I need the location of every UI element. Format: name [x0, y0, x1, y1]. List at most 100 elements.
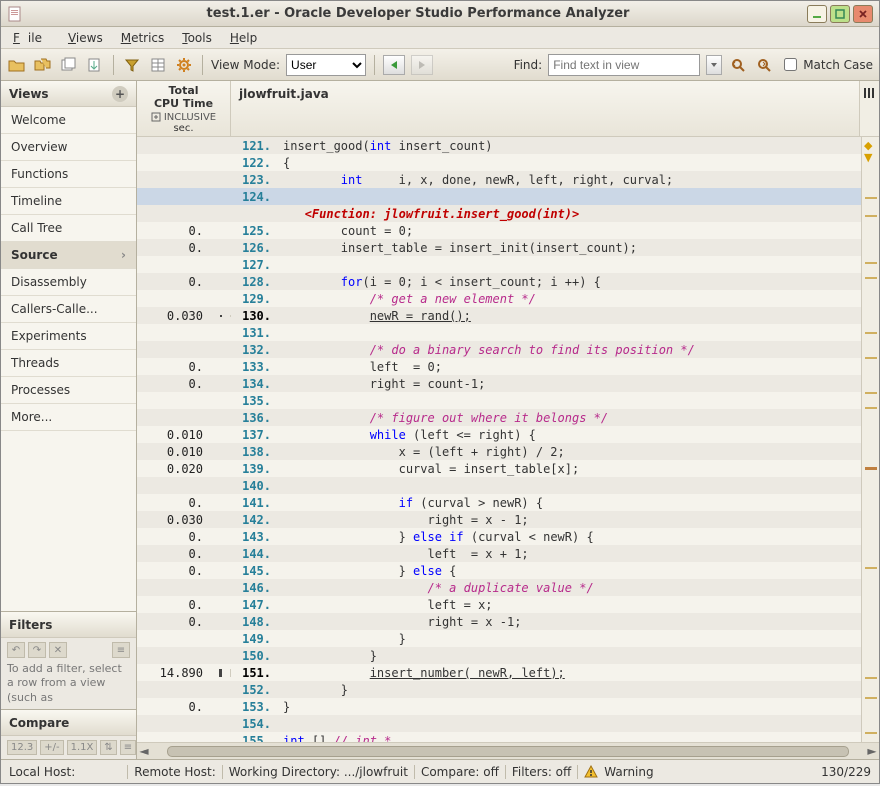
find-dropdown-icon[interactable]	[706, 55, 722, 75]
source-code-view[interactable]: 121.insert_good(int insert_count)122.{12…	[137, 137, 861, 742]
minimize-button[interactable]	[807, 5, 827, 23]
source-row[interactable]: 121.insert_good(int insert_count)	[137, 137, 861, 154]
export-icon[interactable]	[85, 55, 105, 75]
compare-delta-button[interactable]: +/-	[40, 740, 63, 755]
filter-redo-icon[interactable]: ↷	[28, 642, 46, 658]
match-case-checkbox[interactable]	[784, 58, 797, 71]
compare-ratio-button[interactable]: 1.1X	[67, 740, 98, 755]
compare-icon[interactable]	[33, 55, 53, 75]
table-icon[interactable]	[148, 55, 168, 75]
maximize-button[interactable]	[830, 5, 850, 23]
source-row[interactable]: 135.	[137, 392, 861, 409]
view-mode-select[interactable]: User	[286, 54, 366, 76]
source-row[interactable]: 140.	[137, 477, 861, 494]
source-row[interactable]: 0.020139. curval = insert_table[x];	[137, 460, 861, 477]
line-number: 141.	[231, 496, 279, 510]
source-row[interactable]: 131.	[137, 324, 861, 341]
toolbar-separator	[113, 55, 114, 75]
nav-back-button[interactable]	[383, 55, 405, 75]
nav-forward-button[interactable]	[411, 55, 433, 75]
compare-abs-button[interactable]: 12.3	[7, 740, 37, 755]
source-row[interactable]: 0.145. } else {	[137, 562, 861, 579]
source-row[interactable]: 123. int i, x, done, newR, left, right, …	[137, 171, 861, 188]
aggregate-icon[interactable]	[59, 55, 79, 75]
source-row[interactable]: 122.{	[137, 154, 861, 171]
compare-menu-icon[interactable]: ≡	[120, 740, 136, 755]
sidebar-item-threads[interactable]: Threads	[1, 350, 136, 377]
compare-panel-header: Compare	[1, 710, 136, 736]
source-file-tab[interactable]: jlowfruit.java	[231, 81, 859, 136]
sidebar-item-disassembly[interactable]: Disassembly	[1, 269, 136, 296]
close-button[interactable]	[853, 5, 873, 23]
source-row[interactable]: 0.010138. x = (left + right) / 2;	[137, 443, 861, 460]
source-row[interactable]: 0.030142. right = x - 1;	[137, 511, 861, 528]
line-number: 123.	[231, 173, 279, 187]
sidebar-item-processes[interactable]: Processes	[1, 377, 136, 404]
find-prev-icon[interactable]	[728, 55, 748, 75]
menu-views[interactable]: Views	[60, 29, 111, 47]
source-row[interactable]: 0.128. for(i = 0; i < insert_count; i ++…	[137, 273, 861, 290]
metric-column-header[interactable]: Total CPU Time INCLUSIVE sec.	[137, 81, 231, 136]
sidebar-item-callers-calle-[interactable]: Callers-Calle...	[1, 296, 136, 323]
menu-help[interactable]: Help	[222, 29, 265, 47]
source-row[interactable]: 0.141. if (curval > newR) {	[137, 494, 861, 511]
overview-strip[interactable]: ◆ ▼	[861, 137, 879, 742]
code-text: count = 0;	[279, 224, 861, 238]
source-row[interactable]: 0.010137. while (left <= right) {	[137, 426, 861, 443]
source-row[interactable]: 14.890151. insert_number( newR, left);	[137, 664, 861, 681]
open-folder-icon[interactable]	[7, 55, 27, 75]
sidebar-item-functions[interactable]: Functions	[1, 161, 136, 188]
find-input[interactable]	[548, 54, 700, 76]
source-row[interactable]: 0.147. left = x;	[137, 596, 861, 613]
compare-sort-icon[interactable]: ⇅	[100, 740, 116, 755]
source-row[interactable]: 132. /* do a binary search to find its p…	[137, 341, 861, 358]
source-row[interactable]: 150. }	[137, 647, 861, 664]
filter-clear-icon[interactable]: ✕	[49, 642, 67, 658]
view-mode-label: View Mode:	[211, 58, 280, 72]
source-row[interactable]: <Function: jlowfruit.insert_good(int)>	[137, 205, 861, 222]
filter-icon[interactable]	[122, 55, 142, 75]
find-next-icon[interactable]	[754, 55, 774, 75]
source-row[interactable]: 0.030130. newR = rand();	[137, 307, 861, 324]
source-row[interactable]: 0.126. insert_table = insert_init(insert…	[137, 239, 861, 256]
status-compare: Compare: off	[421, 765, 499, 779]
settings-gear-icon[interactable]	[174, 55, 194, 75]
sidebar-item-call-tree[interactable]: Call Tree	[1, 215, 136, 242]
source-row[interactable]: 152. }	[137, 681, 861, 698]
sidebar-item-timeline[interactable]: Timeline	[1, 188, 136, 215]
source-row[interactable]: 124.	[137, 188, 861, 205]
line-number: 129.	[231, 292, 279, 306]
source-row[interactable]: 146. /* a duplicate value */	[137, 579, 861, 596]
sidebar-item-experiments[interactable]: Experiments	[1, 323, 136, 350]
line-number: 147.	[231, 598, 279, 612]
source-row[interactable]: 149. }	[137, 630, 861, 647]
sidebar-item-source[interactable]: Source	[1, 242, 136, 269]
source-row[interactable]: 0.133. left = 0;	[137, 358, 861, 375]
filter-undo-icon[interactable]: ↶	[7, 642, 25, 658]
source-row[interactable]: 0.125. count = 0;	[137, 222, 861, 239]
source-row[interactable]: 136. /* figure out where it belongs */	[137, 409, 861, 426]
source-row[interactable]: 0.153.}	[137, 698, 861, 715]
source-row[interactable]: 0.148. right = x -1;	[137, 613, 861, 630]
source-row[interactable]: 154.	[137, 715, 861, 732]
sidebar-item-welcome[interactable]: Welcome	[1, 107, 136, 134]
menu-metrics[interactable]: Metrics	[113, 29, 173, 47]
add-view-button[interactable]: +	[112, 86, 128, 102]
source-row[interactable]: 127.	[137, 256, 861, 273]
caret-down-icon[interactable]: ▼	[864, 151, 872, 164]
sidebar-item-overview[interactable]: Overview	[1, 134, 136, 161]
menu-file[interactable]: File	[5, 29, 58, 47]
line-number: 137.	[231, 428, 279, 442]
source-row[interactable]: 129. /* get a new element */	[137, 290, 861, 307]
source-row[interactable]: 0.144. left = x + 1;	[137, 545, 861, 562]
filter-menu-icon[interactable]: ≡	[112, 642, 130, 658]
compare-title: Compare	[9, 716, 69, 730]
sidebar-item-more-[interactable]: More...	[1, 404, 136, 431]
source-row[interactable]: 155.int [] // int *	[137, 732, 861, 742]
menu-tools[interactable]: Tools	[174, 29, 220, 47]
horizontal-scrollbar[interactable]: ◄ ►	[137, 742, 879, 759]
code-text: } else {	[279, 564, 861, 578]
line-number: 127.	[231, 258, 279, 272]
source-row[interactable]: 0.134. right = count-1;	[137, 375, 861, 392]
source-row[interactable]: 0.143. } else if (curval < newR) {	[137, 528, 861, 545]
